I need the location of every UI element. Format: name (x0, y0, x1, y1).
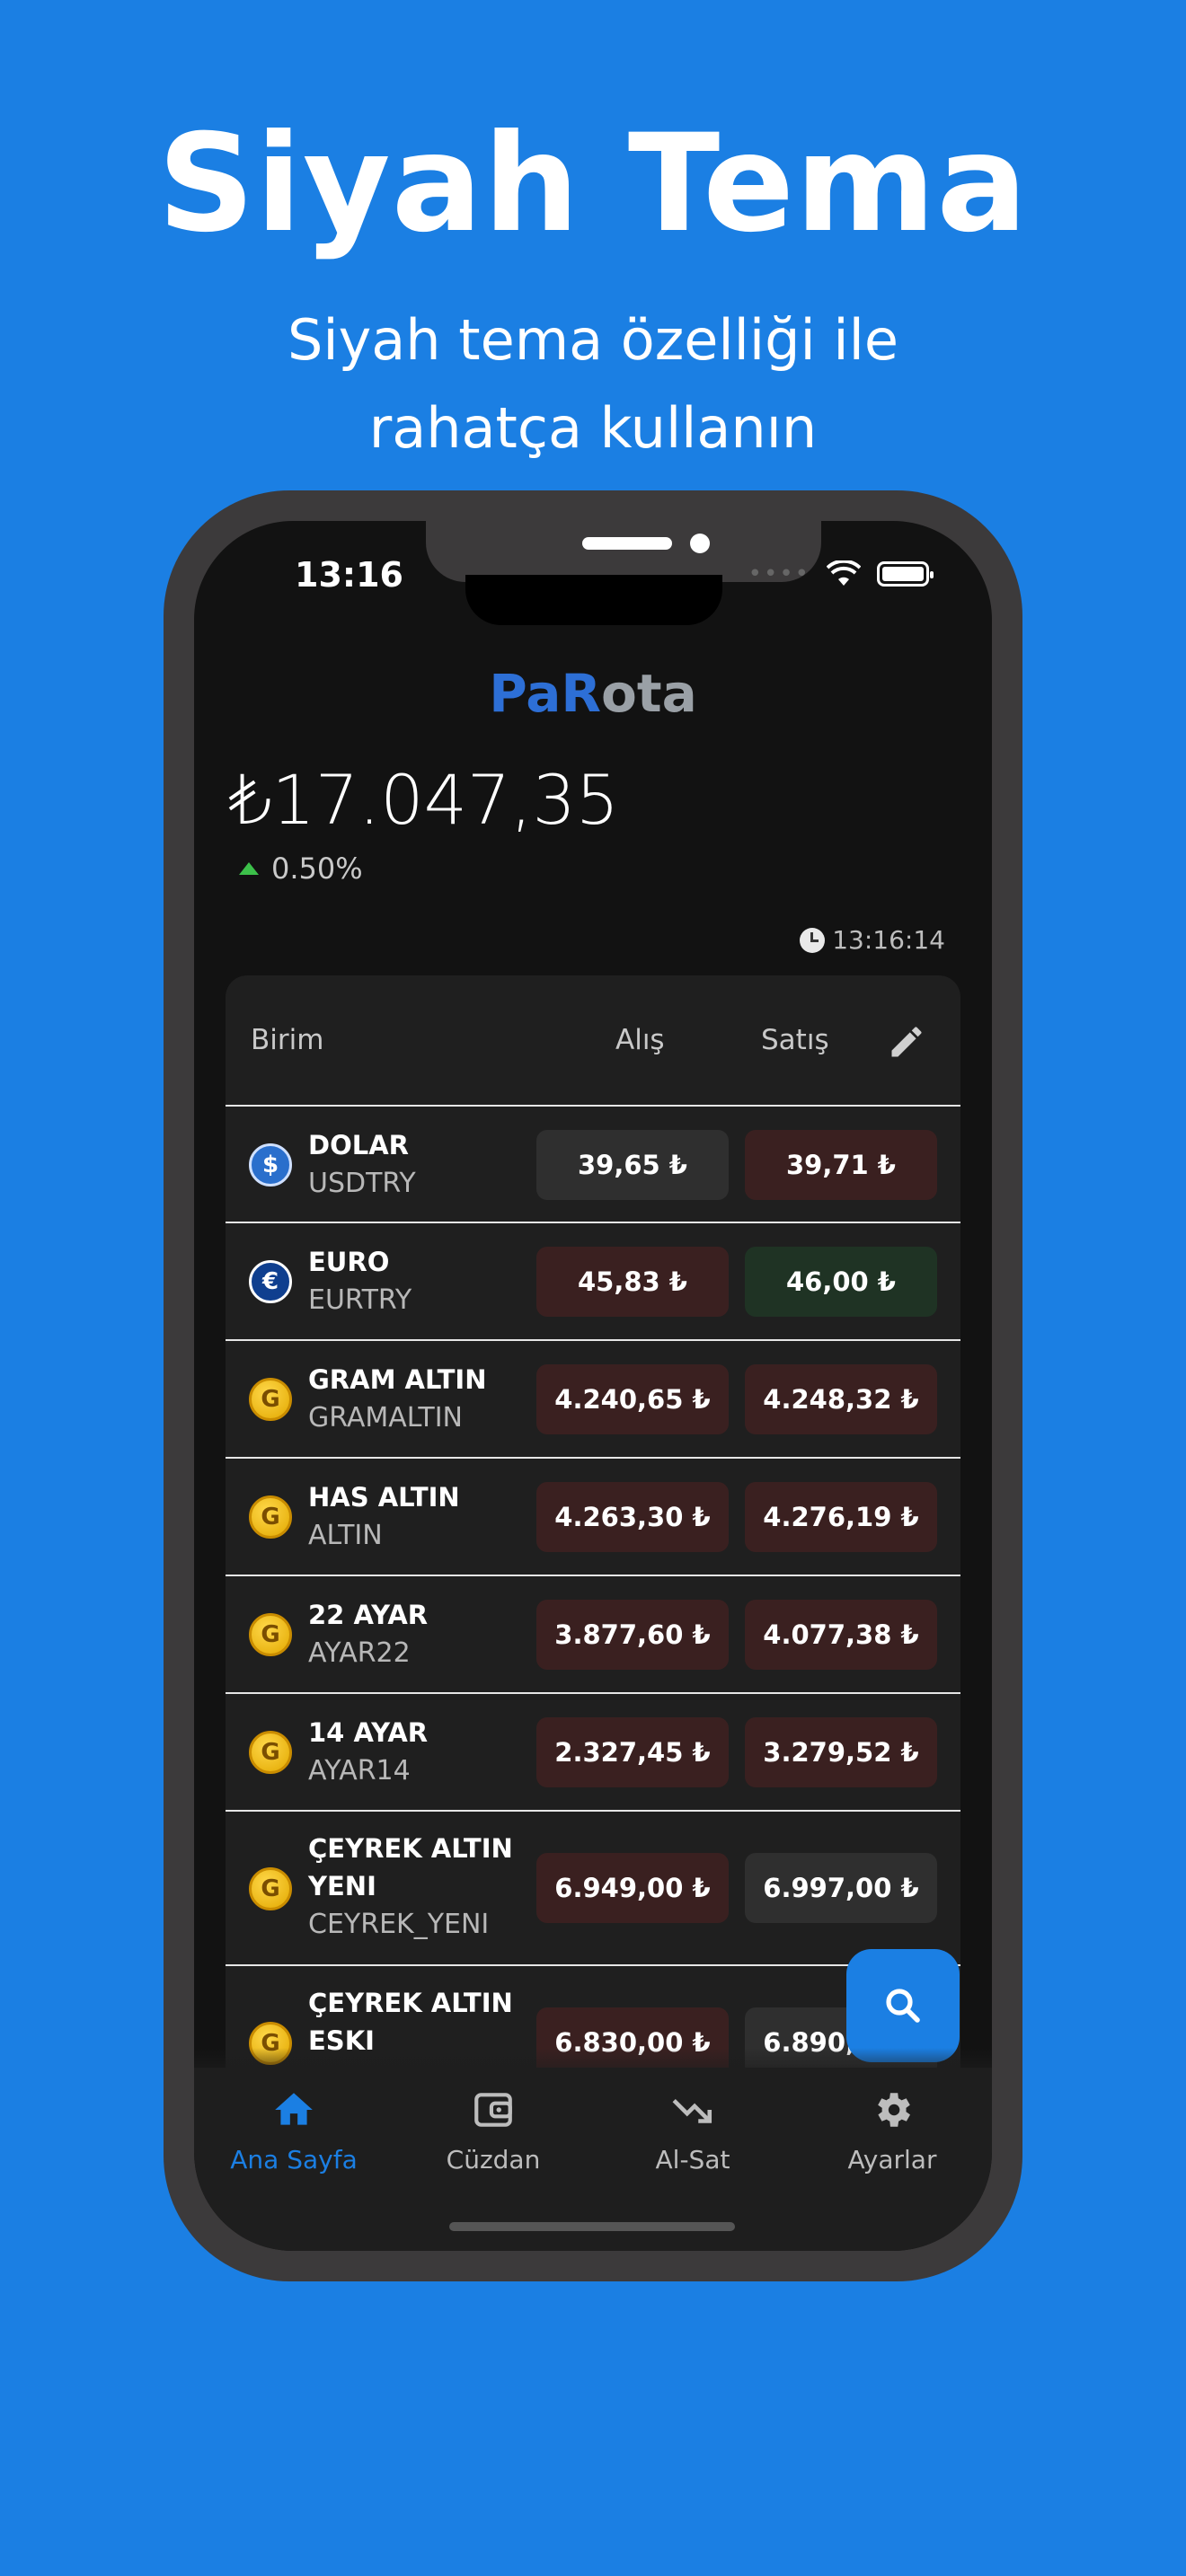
nav-wallet[interactable]: Cüzdan (394, 2087, 593, 2175)
dollar-coin-icon: $ (249, 1143, 292, 1187)
phone-screen: 13:16 •••• PaRota ₺17.047,35 0.50% 13:16… (194, 521, 992, 2251)
sell-price: 4.248,32 ₺ (745, 1364, 937, 1434)
currency-name: DOLAR (308, 1130, 409, 1160)
nav-home-label: Ana Sayfa (230, 2145, 358, 2175)
logo-r: R (561, 663, 602, 724)
buy-price: 6.949,00 ₺ (536, 1853, 729, 1923)
currency-code: EURTRY (308, 1284, 412, 1316)
sell-price: 6.997,00 ₺ (745, 1853, 937, 1923)
currency-name: HAS ALTIN (308, 1482, 460, 1513)
sell-price: 46,00 ₺ (745, 1247, 937, 1317)
currency-code: USDTRY (308, 1168, 416, 1199)
wifi-icon (827, 560, 861, 586)
hero-subtitle-line1: Siyah tema özelliği ile (287, 307, 898, 373)
search-icon (886, 1989, 920, 2023)
table-row[interactable]: € EURO EURTRY 45,83 ₺ 46,00 ₺ (226, 1223, 960, 1341)
header-sell: Satış (761, 1024, 829, 1056)
table-header: Birim Alış Satış (226, 975, 960, 1107)
currency-code: AYAR14 (308, 1755, 411, 1786)
table-row[interactable]: G 14 AYAR AYAR14 2.327,45 ₺ 3.279,52 ₺ (226, 1694, 960, 1812)
table-row[interactable]: $ DOLAR USDTRY 39,65 ₺ 39,71 ₺ (226, 1107, 960, 1223)
nav-trade[interactable]: Al-Sat (593, 2087, 792, 2175)
gold-coin-icon: G (249, 1731, 292, 1774)
hero-title: Siyah Tema (157, 106, 1029, 262)
buy-price: 45,83 ₺ (536, 1247, 729, 1317)
updated-time: 13:16:14 (832, 925, 945, 955)
edit-pencil-icon[interactable] (887, 1022, 926, 1062)
header-unit: Birim (251, 1024, 324, 1056)
currency-code: CEYREK_YENI (308, 1909, 490, 1940)
search-button[interactable] (846, 1949, 960, 2062)
currency-name: ÇEYREK ALTIN YENI (308, 1833, 513, 1901)
nav-settings[interactable]: Ayarlar (792, 2087, 992, 2175)
header-buy: Alış (615, 1024, 665, 1056)
euro-coin-icon: € (249, 1260, 292, 1303)
app-logo: PaRota (194, 663, 992, 724)
balance-change: 0.50% (239, 851, 363, 886)
wallet-icon (474, 2093, 512, 2127)
hero-subtitle: Siyah tema özelliği ile rahatça kullanın (0, 296, 1186, 472)
hero-subtitle-line2: rahatça kullanın (368, 395, 818, 461)
last-updated: 13:16:14 (800, 925, 945, 955)
buy-price: 39,65 ₺ (536, 1130, 729, 1200)
nav-home[interactable]: Ana Sayfa (194, 2087, 394, 2175)
status-time: 13:16 (295, 555, 403, 595)
currency-name: 14 AYAR (308, 1717, 429, 1748)
table-row[interactable]: G ÇEYREK ALTIN YENI CEYREK_YENI 6.949,00… (226, 1812, 960, 1966)
speaker (582, 537, 672, 550)
logo-pa: Pa (489, 663, 562, 724)
dynamic-island (465, 575, 722, 625)
table-row[interactable]: G HAS ALTIN ALTIN 4.263,30 ₺ 4.276,19 ₺ (226, 1459, 960, 1576)
camera (690, 534, 710, 553)
phone-frame: 13:16 •••• PaRota ₺17.047,35 0.50% 13:16… (164, 490, 1022, 2281)
status-icons: •••• (748, 560, 934, 587)
sell-price: 4.276,19 ₺ (745, 1482, 937, 1552)
currency-name: GRAM ALTIN (308, 1364, 487, 1395)
battery-icon (877, 561, 934, 587)
currency-name: 22 AYAR (308, 1600, 429, 1630)
sell-price: 4.077,38 ₺ (745, 1600, 937, 1670)
table-row[interactable]: G 22 AYAR AYAR22 3.877,60 ₺ 4.077,38 ₺ (226, 1576, 960, 1694)
signal-dots-icon: •••• (748, 560, 810, 587)
currency-code: ALTIN (308, 1520, 383, 1551)
logo-ota: ota (601, 663, 697, 724)
sell-price: 39,71 ₺ (745, 1130, 937, 1200)
gold-coin-icon: G (249, 1613, 292, 1656)
sell-price: 3.279,52 ₺ (745, 1717, 937, 1787)
clock-icon (800, 927, 826, 953)
nav-trade-label: Al-Sat (655, 2145, 730, 2175)
home-indicator (449, 2222, 735, 2231)
trending-down-icon (672, 2098, 712, 2123)
currency-code: AYAR22 (308, 1637, 411, 1669)
gold-coin-icon: G (249, 1495, 292, 1539)
buy-price: 4.240,65 ₺ (536, 1364, 729, 1434)
buy-price: 3.877,60 ₺ (536, 1600, 729, 1670)
change-percent: 0.50% (271, 851, 363, 886)
table-row[interactable]: G GRAM ALTIN GRAMALTIN 4.240,65 ₺ 4.248,… (226, 1341, 960, 1459)
buy-price: 4.263,30 ₺ (536, 1482, 729, 1552)
portfolio-balance: ₺17.047,35 (228, 760, 620, 840)
currency-code: GRAMALTIN (308, 1402, 464, 1434)
home-icon (275, 2093, 313, 2125)
currency-name: EURO (308, 1247, 390, 1277)
gold-coin-icon: G (249, 1378, 292, 1421)
gear-icon (878, 2093, 910, 2127)
nav-wallet-label: Cüzdan (446, 2145, 541, 2175)
gold-coin-icon: G (249, 1867, 292, 1910)
buy-price: 2.327,45 ₺ (536, 1717, 729, 1787)
up-arrow-icon (239, 862, 259, 875)
nav-settings-label: Ayarlar (847, 2145, 937, 2175)
